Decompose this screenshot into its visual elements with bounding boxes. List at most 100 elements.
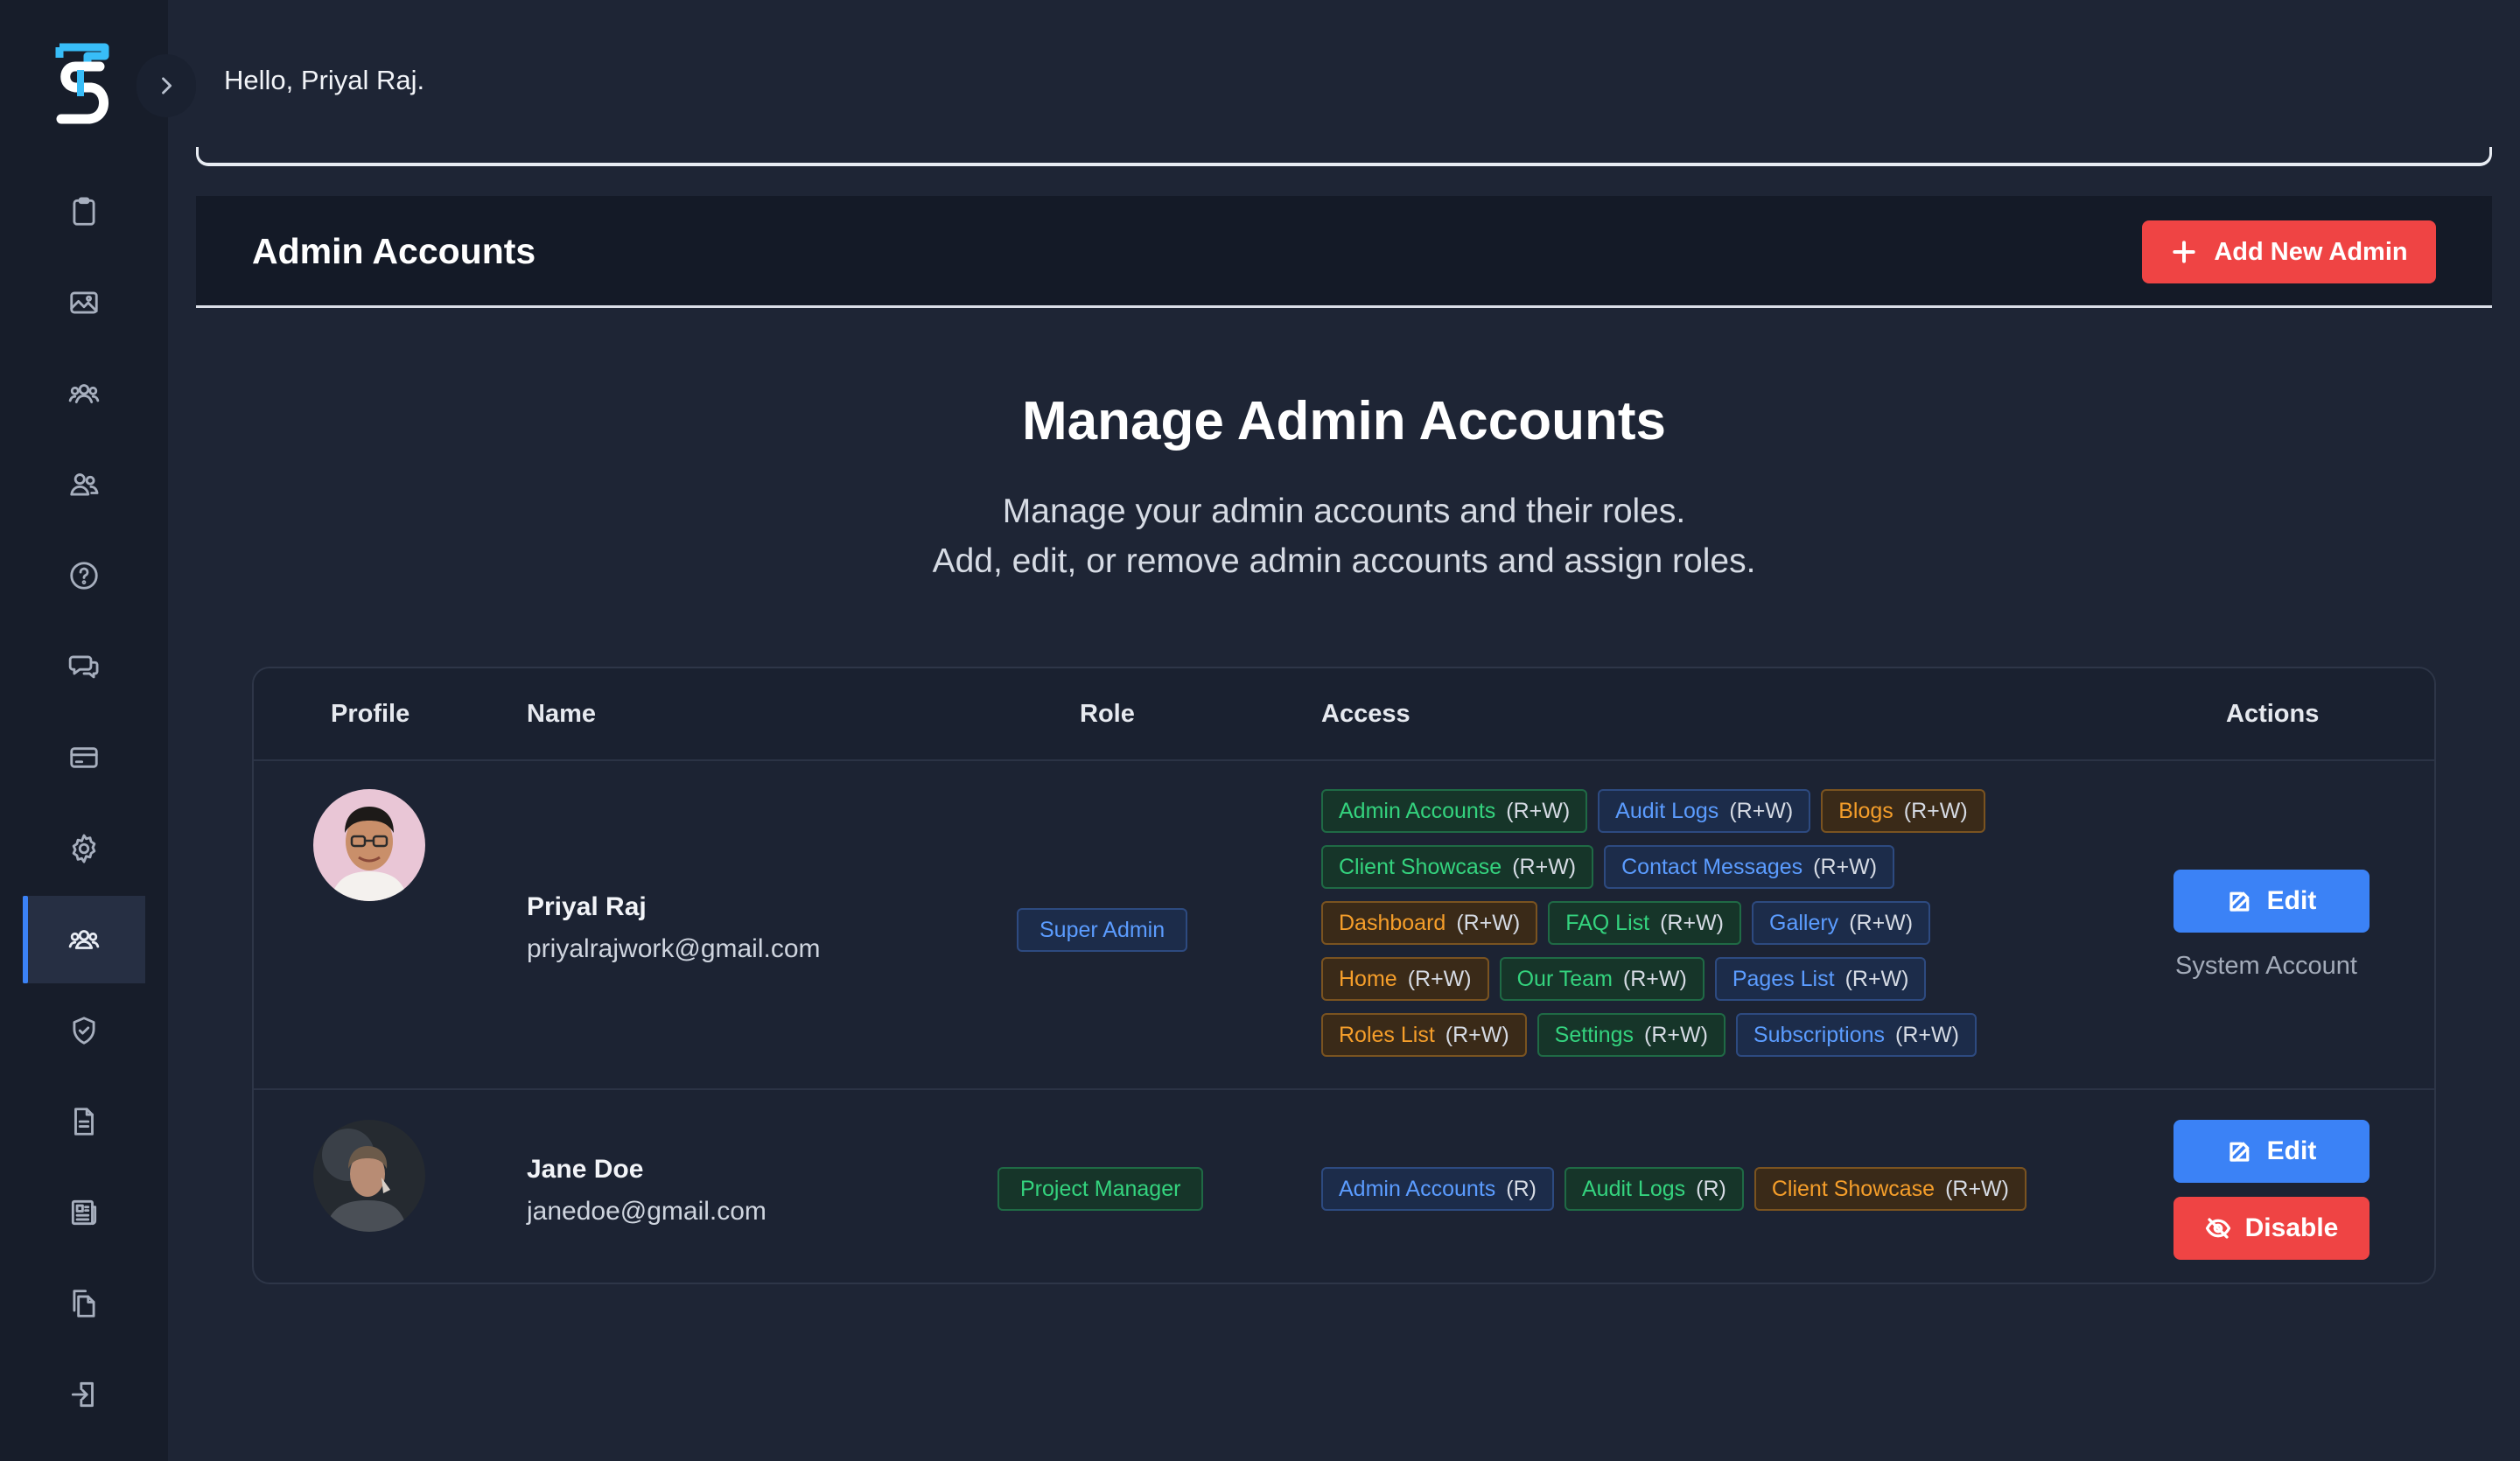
nav-item-admin-accounts[interactable] xyxy=(23,896,145,983)
access-tag-permission: (R+W) xyxy=(1512,854,1577,879)
access-tag-permission: (R+W) xyxy=(1813,854,1878,879)
chevron-right-icon xyxy=(162,77,172,94)
access-tag: Client Showcase (R+W) xyxy=(1321,845,1594,889)
access-tag-permission: (R+W) xyxy=(1622,966,1687,991)
access-tag: Roles List (R+W) xyxy=(1321,1013,1527,1057)
role-badge: Super Admin xyxy=(1017,908,1188,952)
access-tag-label: Dashboard xyxy=(1339,910,1446,935)
access-tag-label: Client Showcase xyxy=(1339,854,1502,879)
hero-subtitle-line-2: Add, edit, or remove admin accounts and … xyxy=(932,542,1756,580)
admin-email: priyalrajwork@gmail.com xyxy=(527,934,821,963)
access-tag: Dashboard (R+W) xyxy=(1321,901,1538,945)
access-tag-permission: (R+W) xyxy=(1844,966,1909,991)
access-tag-permission: (R+W) xyxy=(1644,1022,1708,1047)
access-tag-label: Blogs xyxy=(1838,798,1894,823)
header-divider xyxy=(196,147,2492,166)
access-tag-label: Audit Logs xyxy=(1615,798,1719,823)
greeting-text: Hello, Priyal Raj. xyxy=(224,65,425,95)
nav-item-blogs[interactable] xyxy=(23,1169,145,1256)
messages-icon xyxy=(68,655,99,679)
admin-accounts-table: Profile Name Role Access Actions Priyal … xyxy=(252,667,2436,1284)
edit-button[interactable]: Edit xyxy=(2174,1120,2370,1183)
edit-button[interactable]: Edit xyxy=(2174,870,2370,933)
logout-icon xyxy=(71,1381,94,1408)
add-new-admin-label: Add New Admin xyxy=(2214,237,2408,266)
access-tag-label: Admin Accounts xyxy=(1339,1176,1496,1201)
access-tag-label: Roles List xyxy=(1339,1022,1435,1047)
access-tag-label: Our Team xyxy=(1516,966,1613,991)
system-account-note: System Account xyxy=(2175,952,2357,980)
column-header-profile: Profile xyxy=(331,700,410,728)
eye-off-icon xyxy=(2205,1218,2230,1239)
avatar xyxy=(313,789,425,901)
page-title: Admin Accounts xyxy=(252,231,536,271)
panel-header: Admin Accounts Add New Admin xyxy=(196,196,2492,308)
table-row: Jane Doe janedoe@gmail.com Project Manag… xyxy=(254,1092,2434,1283)
nav-item-subscriptions[interactable] xyxy=(23,714,145,801)
pages-icon xyxy=(73,1290,95,1318)
access-tags: Admin Accounts (R) Audit Logs (R) Client S… xyxy=(1321,1167,2074,1211)
settings-icon xyxy=(72,834,96,863)
nav-item-pages[interactable] xyxy=(23,1260,145,1347)
clipboard-icon xyxy=(73,197,95,226)
table-row: Priyal Raj priyalrajwork@gmail.com Super… xyxy=(254,761,2434,1090)
access-tag: Gallery (R+W) xyxy=(1752,901,1931,945)
access-tag-permission: (R+W) xyxy=(1945,1176,2009,1201)
disable-button[interactable]: Disable xyxy=(2174,1197,2370,1260)
nav-item-gallery[interactable] xyxy=(23,259,145,346)
nav-item-settings[interactable] xyxy=(23,805,145,892)
column-header-role: Role xyxy=(1080,700,1135,728)
table-header: Profile Name Role Access Actions xyxy=(254,668,2434,761)
access-tag-label: Contact Messages xyxy=(1621,854,1803,879)
access-tag-permission: (R+W) xyxy=(1729,798,1794,823)
avatar xyxy=(313,1120,425,1232)
access-tag-permission: (R+W) xyxy=(1456,910,1521,935)
access-tag-permission: (R) xyxy=(1506,1176,1536,1201)
admin-name: Priyal Raj xyxy=(527,892,647,921)
access-tag: Client Showcase (R+W) xyxy=(1754,1167,2026,1211)
access-tag: Subscriptions (R+W) xyxy=(1735,1013,1977,1057)
edit-icon xyxy=(2230,1142,2250,1162)
admin-accounts-icon xyxy=(68,930,100,949)
nav-item-clipboard[interactable] xyxy=(23,168,145,255)
sidebar-toggle-button[interactable] xyxy=(136,54,196,117)
column-header-access: Access xyxy=(1321,700,1410,728)
access-tag-label: Pages List xyxy=(1732,966,1835,991)
hero-subtitle-line-1: Manage your admin accounts and their rol… xyxy=(1002,493,1686,530)
access-tag-permission: (R+W) xyxy=(1849,910,1914,935)
brand-logo[interactable] xyxy=(54,40,114,128)
access-tag: Home (R+W) xyxy=(1321,957,1489,1001)
access-tag-permission: (R+W) xyxy=(1407,966,1472,991)
access-tag-label: Admin Accounts xyxy=(1339,798,1496,823)
nav-item-logout[interactable] xyxy=(23,1351,145,1438)
access-tag: Pages List (R+W) xyxy=(1714,957,1927,1001)
access-tag-label: Client Showcase xyxy=(1771,1176,1936,1201)
access-tag-permission: (R+W) xyxy=(1895,1022,1959,1047)
nav-item-audit-logs[interactable] xyxy=(23,1078,145,1165)
access-tag: Admin Accounts (R+W) xyxy=(1321,789,1588,833)
access-tag-permission: (R+W) xyxy=(1445,1022,1509,1047)
access-tag: Audit Logs (R+W) xyxy=(1598,789,1811,833)
edit-button-label: Edit xyxy=(2266,886,2317,915)
newspaper-icon xyxy=(71,1199,97,1226)
role-badge: Project Manager xyxy=(998,1167,1204,1211)
plus-icon xyxy=(2173,241,2196,263)
nav-item-messages[interactable] xyxy=(23,623,145,710)
add-new-admin-button[interactable]: Add New Admin xyxy=(2142,220,2436,283)
disable-button-label: Disable xyxy=(2244,1213,2339,1242)
access-tag-label: Settings xyxy=(1554,1022,1634,1047)
column-header-actions: Actions xyxy=(2226,700,2320,728)
hero-title: Manage Admin Accounts xyxy=(1021,391,1667,451)
admin-name: Jane Doe xyxy=(527,1155,644,1184)
nav-item-roles[interactable] xyxy=(23,987,145,1074)
access-tag-permission: (R+W) xyxy=(1660,910,1724,935)
access-tag-label: Audit Logs xyxy=(1581,1176,1686,1201)
access-tag: Our Team (R+W) xyxy=(1499,957,1704,1001)
edit-button-label: Edit xyxy=(2266,1136,2317,1165)
access-tag: Admin Accounts (R) xyxy=(1321,1167,1554,1211)
shield-check-icon xyxy=(73,1017,95,1045)
image-icon xyxy=(70,291,98,314)
access-tag: Blogs (R+W) xyxy=(1821,789,1985,833)
credit-card-icon xyxy=(70,747,98,768)
access-tag-permission: (R+W) xyxy=(1506,798,1571,823)
